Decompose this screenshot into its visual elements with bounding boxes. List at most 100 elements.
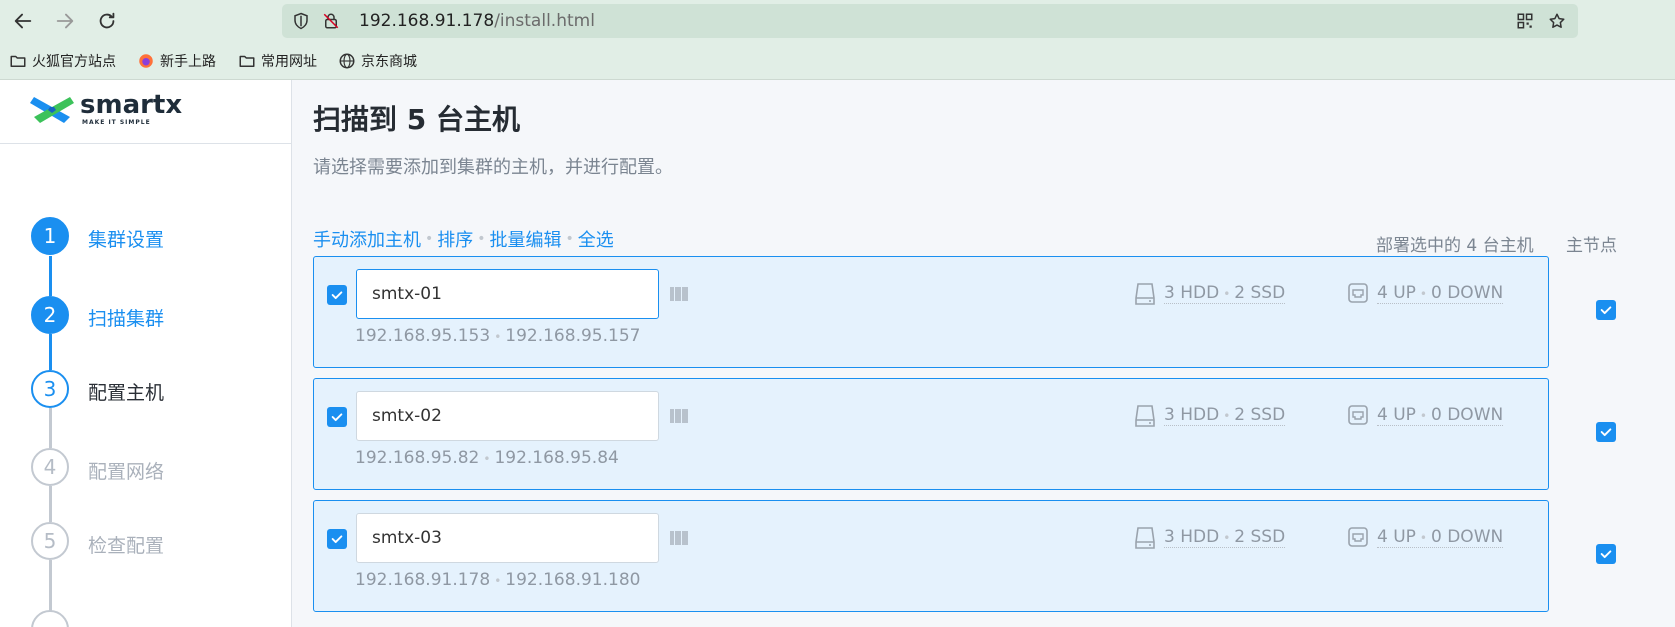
deploy-selected-count: 部署选中的 4 台主机 — [1376, 236, 1534, 256]
qr-code-icon[interactable] — [1516, 12, 1534, 30]
ports-down: 0 DOWN — [1431, 405, 1504, 425]
address-bar[interactable]: 192.168.91.178/install.html — [282, 4, 1578, 38]
brand-tagline: MAKE IT SIMPLE — [82, 119, 151, 126]
sort-link[interactable]: 排序 — [437, 226, 473, 252]
page-subtitle: 请选择需要添加到集群的主机，并进行配置。 — [313, 157, 673, 178]
brand-name: smartx — [80, 90, 183, 120]
bookmark-item[interactable]: 常用网址 — [238, 51, 317, 71]
network-summary[interactable]: 4 UP • 0 DOWN — [1377, 527, 1504, 548]
disk-summary[interactable]: 3 HDD • 2 SSD — [1164, 527, 1286, 548]
host-ip-1: 192.168.91.178 — [355, 570, 491, 590]
ports-up: 4 UP — [1377, 405, 1416, 425]
barcode-icon[interactable] — [670, 529, 688, 547]
ssd-count: 2 SSD — [1234, 283, 1286, 303]
page-title: 扫描到 5 台主机 — [313, 103, 520, 136]
hdd-count: 3 HDD — [1164, 283, 1220, 303]
host-select-checkbox[interactable] — [327, 529, 347, 549]
host-ip-addresses: 192.168.95.153 • 192.168.95.157 — [355, 326, 641, 346]
host-card: 192.168.95.153•192.168.95.157 3 HDD•2 SS… — [313, 256, 1549, 368]
step-connector — [49, 408, 52, 448]
sidebar: smartx MAKE IT SIMPLE 1 集群设置 2 扫描集群 3 配置… — [0, 80, 292, 627]
step-2-number: 2 — [31, 296, 69, 334]
host-ip-1: 192.168.95.82 — [355, 448, 480, 468]
step-3-number: 3 — [31, 370, 69, 408]
ports-down: 0 DOWN — [1431, 527, 1504, 547]
logo: smartx MAKE IT SIMPLE — [0, 80, 291, 144]
folder-icon — [239, 55, 255, 67]
manual-add-host-link[interactable]: 手动添加主机 — [313, 226, 421, 252]
forward-icon[interactable] — [52, 8, 78, 34]
separator-dot: • — [565, 231, 574, 247]
host-name-input[interactable] — [356, 513, 659, 563]
step-5-number: 5 — [31, 522, 69, 560]
host-name-input[interactable] — [356, 269, 659, 319]
hdd-count: 3 HDD — [1164, 527, 1220, 547]
host-actions: 手动添加主机 • 排序 • 批量编辑 • 全选 — [313, 226, 614, 252]
disk-icon — [1135, 283, 1155, 305]
step-5-label: 检查配置 — [88, 535, 165, 557]
barcode-icon[interactable] — [670, 285, 688, 303]
bookmark-item[interactable]: 火狐官方站点 — [9, 51, 116, 71]
step-2-label[interactable]: 扫描集群 — [88, 304, 164, 331]
back-icon[interactable] — [10, 8, 36, 34]
select-all-link[interactable]: 全选 — [578, 226, 614, 252]
master-node-checkbox[interactable] — [1596, 300, 1616, 320]
hdd-count: 3 HDD — [1164, 405, 1220, 425]
host-ip-addresses: 192.168.91.178 • 192.168.91.180 — [355, 570, 641, 590]
network-summary[interactable]: 4 UP • 0 DOWN — [1377, 283, 1504, 304]
bookmarks-bar: 火狐官方站点 新手上路 常用网址 京东商城 — [0, 42, 1675, 80]
disk-icon — [1135, 527, 1155, 549]
host-ip-1: 192.168.95.153 — [355, 326, 491, 346]
smartx-logo-icon — [30, 97, 74, 123]
host-select-checkbox[interactable] — [327, 407, 347, 427]
step-connector — [49, 256, 52, 296]
barcode-icon[interactable] — [670, 407, 688, 425]
disk-summary[interactable]: 3 HDD • 2 SSD — [1164, 283, 1286, 304]
step-6-number — [31, 610, 69, 627]
disk-summary[interactable]: 3 HDD • 2 SSD — [1164, 405, 1286, 426]
ports-down: 0 DOWN — [1431, 283, 1504, 303]
ssd-count: 2 SSD — [1234, 527, 1286, 547]
host-card: 192.168.91.178•192.168.91.180 3 HDD•2 SS… — [313, 500, 1549, 612]
host-card: 192.168.95.82•192.168.95.84 3 HDD•2 SSD … — [313, 378, 1549, 490]
master-node-header: 主节点 — [1566, 236, 1617, 256]
step-connector — [49, 334, 52, 370]
globe-icon — [339, 53, 355, 69]
host-ip-2: 192.168.95.84 — [494, 448, 619, 468]
step-3-label[interactable]: 配置主机 — [88, 378, 164, 405]
disk-icon — [1135, 405, 1155, 427]
url-text[interactable]: 192.168.91.178/install.html — [359, 11, 595, 31]
reload-icon[interactable] — [94, 8, 120, 34]
bookmark-item[interactable]: 新手上路 — [137, 51, 216, 71]
bookmark-label: 新手上路 — [160, 54, 216, 70]
insecure-lock-icon[interactable] — [322, 12, 340, 30]
batch-edit-link[interactable]: 批量编辑 — [490, 226, 562, 252]
master-node-checkbox[interactable] — [1596, 544, 1616, 564]
network-port-icon — [1348, 527, 1368, 547]
ssd-count: 2 SSD — [1234, 405, 1286, 425]
network-port-icon — [1348, 405, 1368, 425]
master-node-checkbox[interactable] — [1596, 422, 1616, 442]
browser-toolbar: 192.168.91.178/install.html — [0, 0, 1675, 42]
ports-up: 4 UP — [1377, 527, 1416, 547]
network-summary[interactable]: 4 UP • 0 DOWN — [1377, 405, 1504, 426]
step-1-label[interactable]: 集群设置 — [88, 225, 164, 252]
bookmark-item[interactable]: 京东商城 — [338, 51, 417, 71]
folder-icon — [10, 55, 26, 67]
step-4-label: 配置网络 — [88, 461, 165, 483]
host-ip-2: 192.168.95.157 — [505, 326, 641, 346]
separator-dot: • — [477, 231, 486, 247]
ports-up: 4 UP — [1377, 283, 1416, 303]
shield-icon[interactable] — [292, 12, 310, 30]
step-4-number: 4 — [31, 448, 69, 486]
host-ip-2: 192.168.91.180 — [505, 570, 641, 590]
host-name-input[interactable] — [356, 391, 659, 441]
bookmark-label: 常用网址 — [261, 54, 317, 70]
network-port-icon — [1348, 283, 1368, 303]
separator-dot: • — [425, 231, 434, 247]
bookmark-label: 京东商城 — [361, 54, 417, 70]
step-connector — [49, 486, 52, 522]
host-select-checkbox[interactable] — [327, 285, 347, 305]
star-icon[interactable] — [1548, 12, 1566, 30]
main-content: 扫描到 5 台主机 请选择需要添加到集群的主机，并进行配置。 手动添加主机 • … — [293, 80, 1675, 627]
